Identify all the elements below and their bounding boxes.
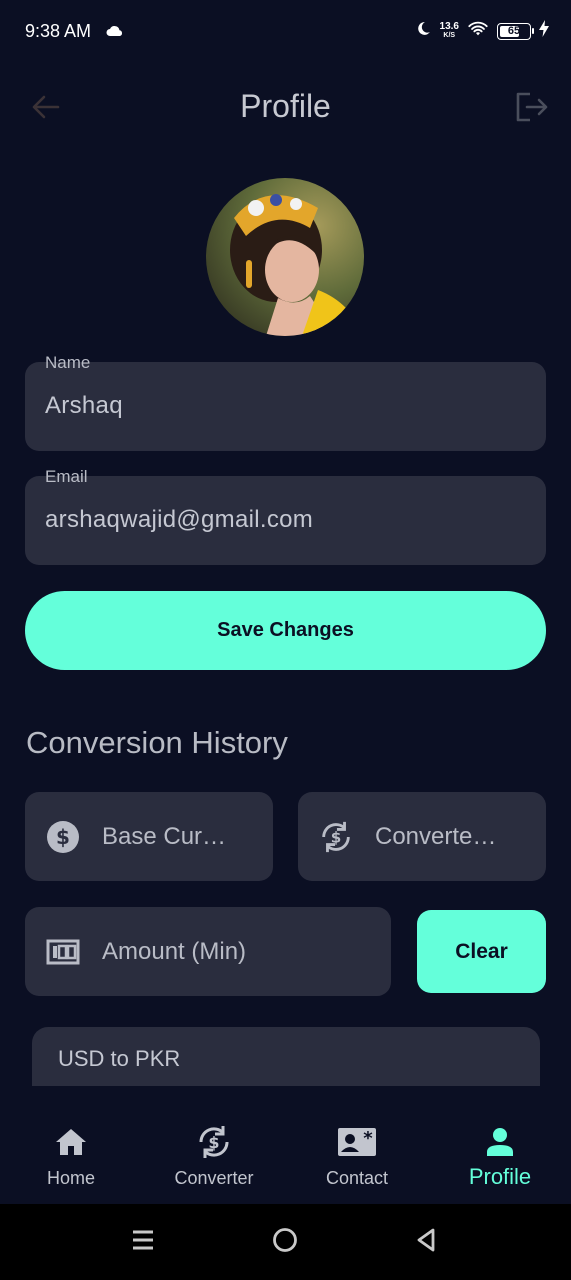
history-item-title: USD to PKR	[58, 1046, 181, 1071]
nav-profile-label: Profile	[468, 1164, 532, 1189]
charging-icon	[539, 20, 549, 42]
app-header: Profile	[0, 78, 571, 138]
contact-card-icon: *	[337, 1124, 377, 1160]
currency-exchange-icon: $	[318, 819, 354, 855]
home-icon	[54, 1124, 88, 1160]
nav-profile[interactable]: Profile	[452, 1086, 548, 1204]
base-currency-label: Base Cur…	[102, 822, 227, 850]
name-field[interactable]: Name Arshaq	[25, 353, 546, 451]
net-speed-unit: K/S	[443, 32, 456, 39]
battery-icon: 65	[497, 22, 534, 40]
status-indicators: 13.6 K/S 65	[415, 20, 549, 42]
system-navigation-bar	[0, 1204, 571, 1280]
nav-converter[interactable]: $ Converter	[160, 1086, 268, 1204]
battery-level: 65	[507, 25, 521, 37]
person-icon	[485, 1124, 515, 1160]
amount-min-input[interactable]: Amount (Min)	[25, 907, 391, 996]
logout-button[interactable]	[513, 90, 551, 128]
status-time: 9:38 AM	[25, 21, 92, 41]
back-system-button[interactable]	[410, 1226, 442, 1258]
wifi-icon	[467, 20, 489, 42]
nav-contact-label: Contact	[325, 1168, 389, 1188]
circle-icon	[272, 1227, 298, 1258]
clear-button[interactable]: Clear	[417, 910, 546, 993]
svg-text:$: $	[331, 828, 342, 846]
triangle-back-icon	[415, 1227, 437, 1258]
conversion-history-title: Conversion History	[26, 725, 288, 760]
amount-min-placeholder: Amount (Min)	[102, 937, 247, 965]
home-system-button[interactable]	[269, 1226, 301, 1258]
logout-icon	[515, 92, 549, 127]
profile-screen: 9:38 AM 13.6 K/S 65 Profile Name Arshaq …	[0, 0, 571, 1280]
bottom-navigation: Home $ Converter * Contact Profile	[0, 1086, 571, 1204]
page-title: Profile	[240, 88, 331, 124]
moon-icon	[415, 20, 432, 42]
email-field[interactable]: Email arshaqwajid@gmail.com	[25, 467, 546, 565]
converted-currency-label: Converte…	[375, 822, 497, 850]
svg-text:$: $	[56, 825, 70, 849]
converted-currency-dropdown[interactable]: $ Converte…	[298, 792, 546, 881]
status-bar: 9:38 AM 13.6 K/S 65	[0, 0, 571, 62]
recents-button[interactable]	[127, 1226, 159, 1258]
svg-text:$: $	[208, 1133, 219, 1152]
email-label: Email	[45, 467, 88, 486]
net-speed-value: 13.6	[439, 21, 459, 32]
nav-converter-label: Converter	[174, 1168, 254, 1188]
name-label: Name	[45, 353, 91, 372]
menu-lines-icon	[131, 1229, 155, 1256]
history-item-card[interactable]: USD to PKR	[32, 1027, 540, 1086]
net-speed: 13.6 K/S	[440, 22, 459, 40]
nav-home-label: Home	[46, 1168, 95, 1188]
svg-text:*: *	[363, 1128, 373, 1149]
email-value[interactable]: arshaqwajid@gmail.com	[45, 506, 313, 534]
dollar-circle-icon: $	[45, 819, 81, 855]
name-value[interactable]: Arshaq	[45, 392, 123, 420]
save-changes-button[interactable]: Save Changes	[25, 591, 546, 670]
currency-exchange-icon: $	[195, 1124, 233, 1160]
base-currency-dropdown[interactable]: $ Base Cur…	[25, 792, 273, 881]
nav-contact[interactable]: * Contact	[305, 1086, 409, 1204]
banknote-icon	[45, 934, 81, 970]
profile-avatar[interactable]	[206, 178, 364, 336]
nav-home[interactable]: Home	[20, 1086, 122, 1204]
cloud-icon	[106, 24, 124, 42]
